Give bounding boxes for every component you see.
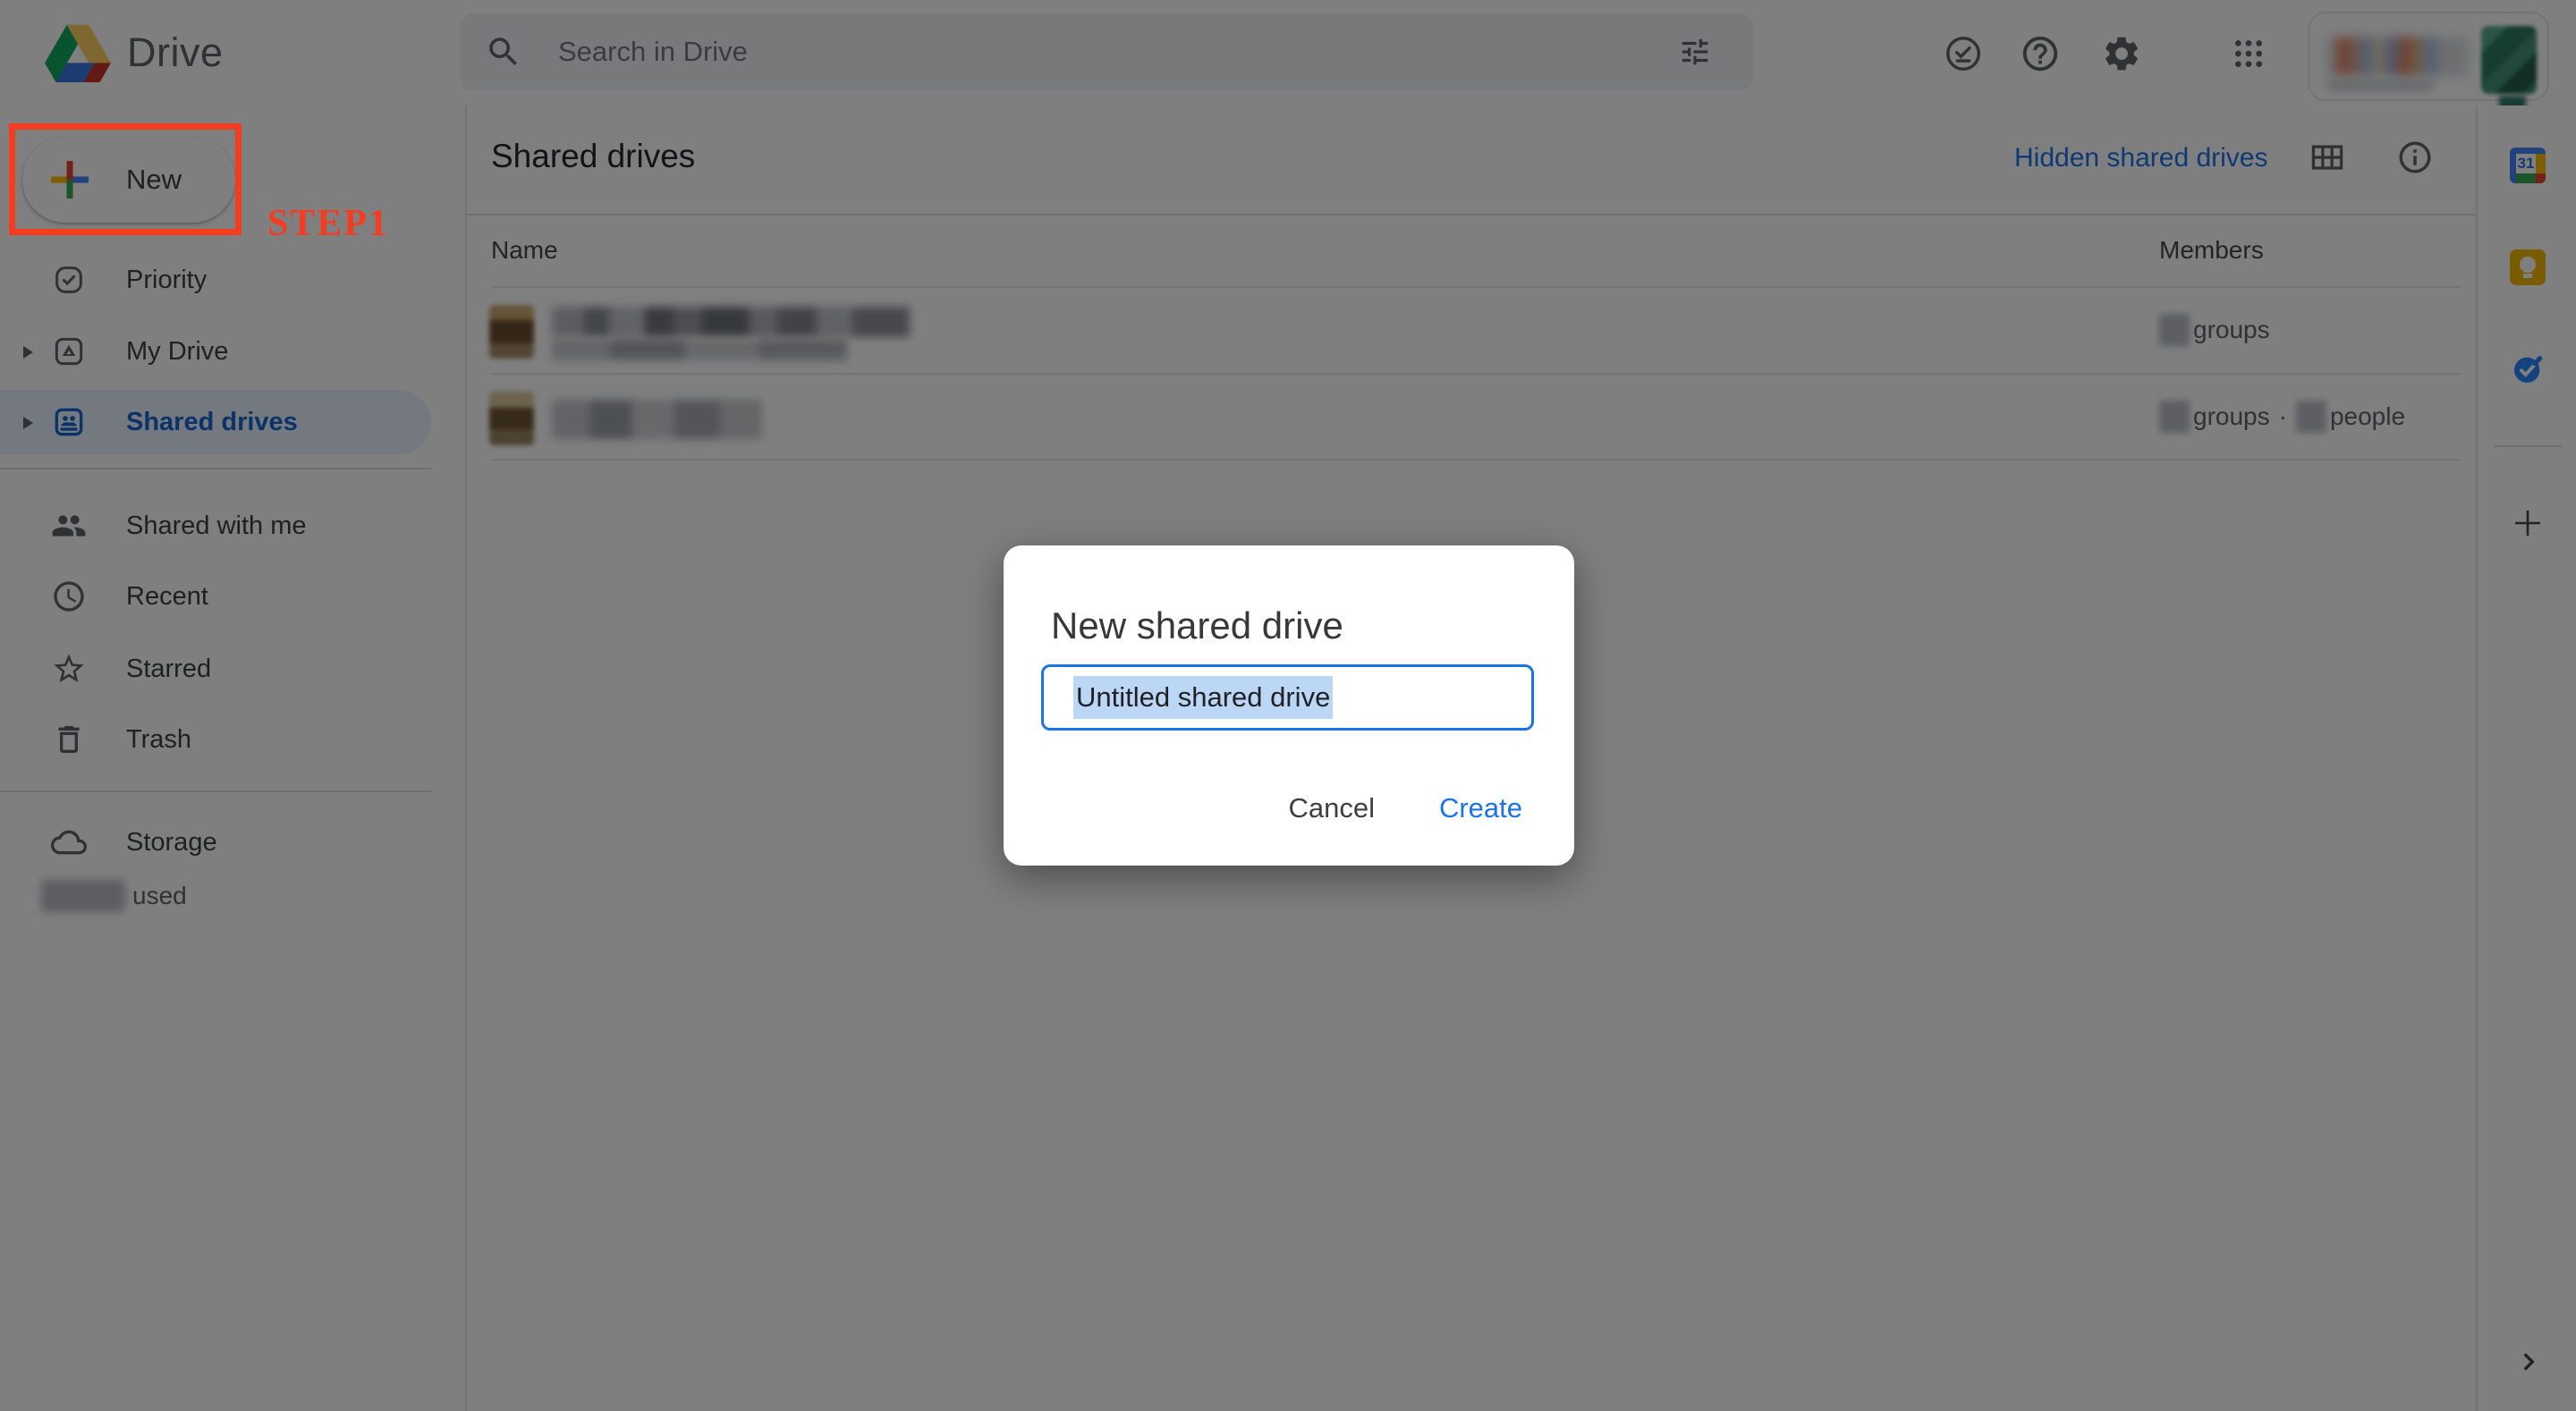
- create-button[interactable]: Create: [1430, 787, 1531, 830]
- dialog-actions: Cancel Create: [1279, 787, 1531, 830]
- google-drive-window: Drive Search in Drive: [0, 0, 2576, 1411]
- step1-highlight-rectangle: [9, 123, 242, 235]
- input-value-selected: Untitled shared drive: [1073, 676, 1333, 719]
- step1-annotation-label: STEP1: [267, 202, 389, 245]
- shared-drive-name-input[interactable]: Untitled shared drive: [1041, 664, 1534, 731]
- new-shared-drive-dialog: New shared drive Untitled shared drive C…: [1004, 545, 1574, 866]
- cancel-button[interactable]: Cancel: [1279, 787, 1384, 830]
- dialog-title: New shared drive: [1051, 604, 1343, 647]
